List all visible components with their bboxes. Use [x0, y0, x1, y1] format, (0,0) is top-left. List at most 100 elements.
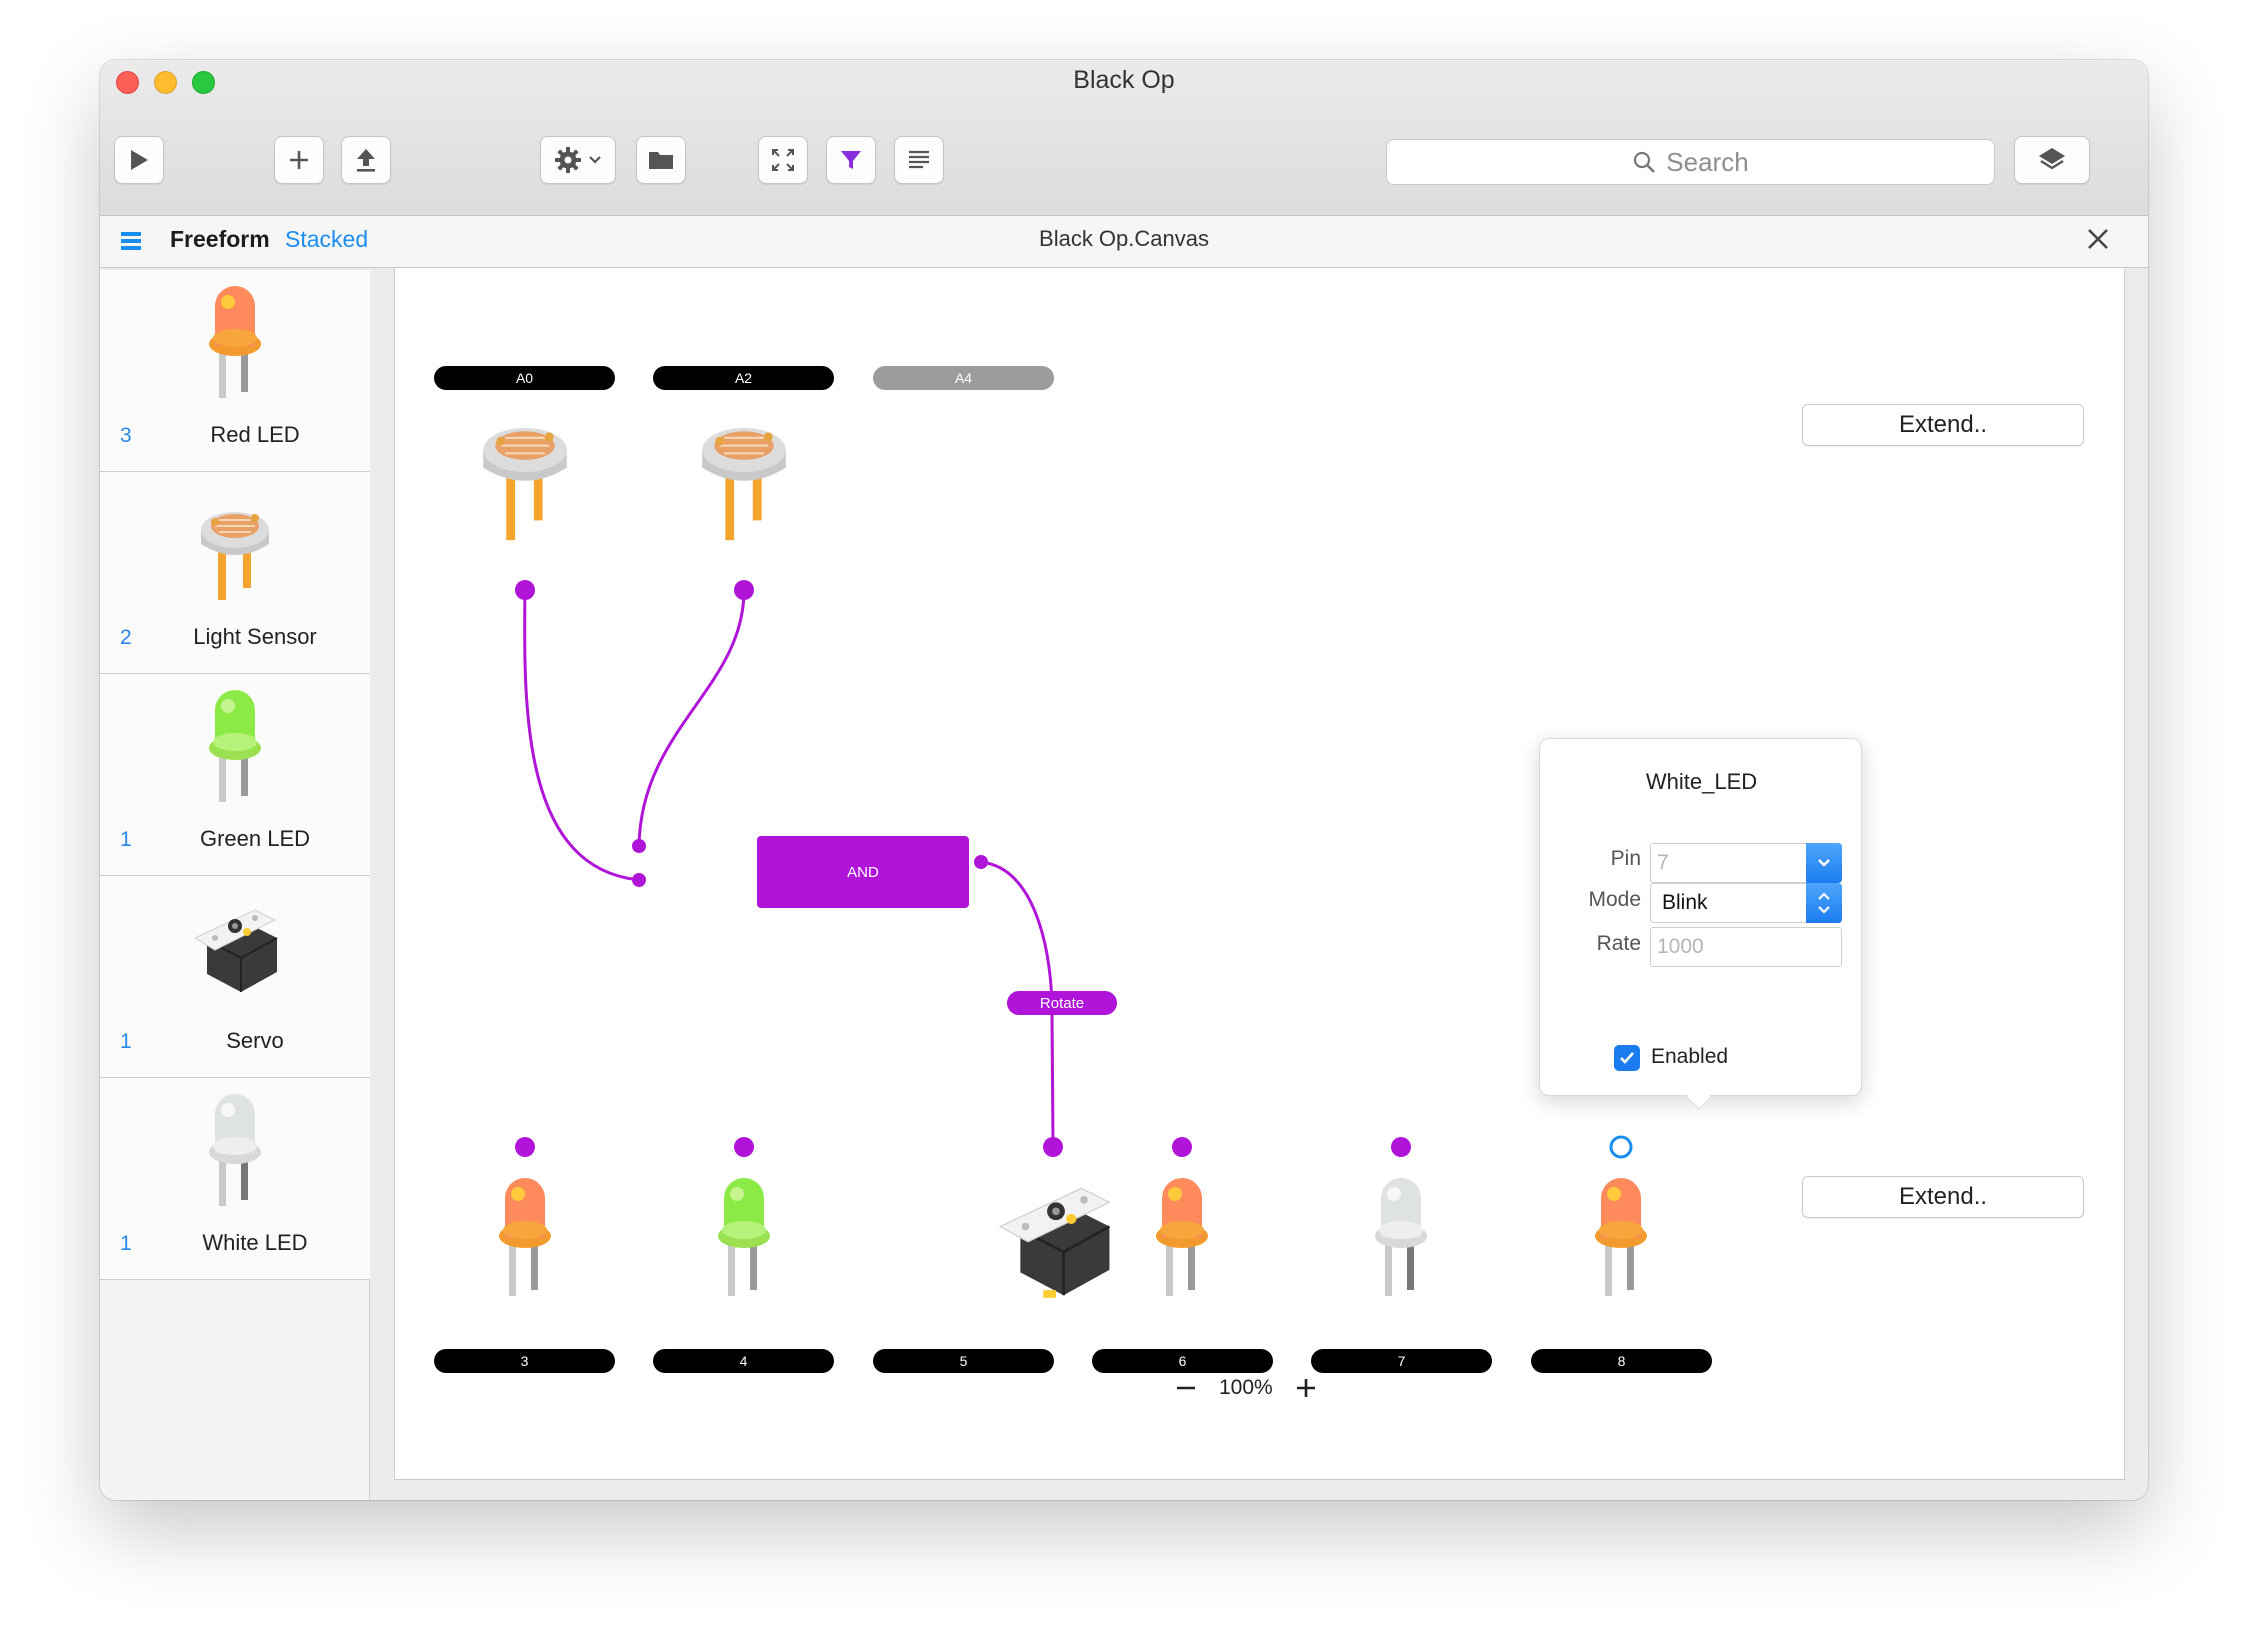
- zoom-level: 100%: [1219, 1376, 1273, 1399]
- zoom-in-icon[interactable]: [1295, 1377, 1317, 1399]
- sidebar-item-servo[interactable]: 1 Servo: [100, 876, 370, 1078]
- sidebar-item-label: Light Sensor: [193, 624, 317, 649]
- output-pin-8[interactable]: 8: [1531, 1349, 1712, 1373]
- zoom-out-icon[interactable]: [1175, 1377, 1197, 1399]
- circuit-canvas[interactable]: A0 A2 A4 AND Rotate Extend.. Extend.. 3 …: [394, 268, 2125, 1480]
- layers-button[interactable]: [2014, 136, 2090, 184]
- input-pin-a0[interactable]: A0: [434, 366, 615, 390]
- green-led-icon: [209, 690, 261, 802]
- filter-icon: [841, 151, 861, 169]
- red-led-pin-6[interactable]: [1132, 1168, 1232, 1308]
- mode-value: Blink: [1662, 891, 1708, 914]
- chevron-down-icon: [589, 156, 601, 164]
- sidebar-item-white-led[interactable]: 1 White LED: [100, 1078, 370, 1280]
- extend-inputs-button[interactable]: Extend..: [1802, 404, 2084, 446]
- light-sensor-icon: [201, 512, 269, 600]
- upload-button[interactable]: [341, 136, 391, 184]
- app-window: Black Op Search Freeform Stacked Black O…: [100, 60, 2148, 1500]
- output-pin-3[interactable]: 3: [434, 1349, 615, 1373]
- port-and-in-2: [632, 873, 646, 887]
- view-tabbar: Freeform Stacked Black Op.Canvas: [100, 216, 2148, 268]
- up-down-chevron-icon: [1818, 892, 1830, 914]
- output-pin-6[interactable]: 6: [1092, 1349, 1273, 1373]
- add-button[interactable]: [274, 136, 324, 184]
- port-and-in-1: [632, 839, 646, 853]
- gear-icon: [555, 147, 581, 173]
- upload-icon: [357, 149, 375, 172]
- enabled-checkbox[interactable]: [1614, 1045, 1640, 1071]
- servo-icon: [193, 909, 278, 992]
- white-led-icon: [209, 1094, 261, 1206]
- canvas-title: Black Op.Canvas: [1039, 226, 1209, 251]
- port-5-in: [1043, 1137, 1063, 1157]
- output-pin-7[interactable]: 7: [1311, 1349, 1492, 1373]
- settings-menu-button[interactable]: [540, 136, 616, 184]
- run-button[interactable]: [114, 136, 164, 184]
- sidebar-item-count: 1: [120, 1030, 132, 1053]
- expand-icon: [772, 149, 794, 171]
- checkmark-icon: [1620, 1052, 1634, 1064]
- port-and-out: [974, 855, 988, 869]
- sidebar-item-count: 1: [120, 1232, 132, 1255]
- port-7-in: [1391, 1137, 1411, 1157]
- rate-input[interactable]: 1000: [1650, 927, 1842, 967]
- port-a2-out: [734, 580, 754, 600]
- search-field[interactable]: Search: [1386, 139, 1995, 185]
- sidebar-item-label: Red LED: [210, 422, 300, 447]
- window-title: Black Op: [1073, 66, 1175, 94]
- rate-label: Rate: [1596, 932, 1641, 955]
- sidebar-item-count: 2: [120, 626, 132, 649]
- input-pin-a4[interactable]: A4: [873, 366, 1054, 390]
- sidebar-item-red-led[interactable]: 3 Red LED: [100, 270, 370, 472]
- sidebar-item-green-led[interactable]: 1 Green LED: [100, 674, 370, 876]
- chevron-down-icon: [1818, 859, 1830, 867]
- red-led-pin-3[interactable]: [475, 1168, 575, 1308]
- white-led-pin-7[interactable]: [1351, 1168, 1451, 1308]
- zoom-control: 100%: [1175, 1376, 1317, 1400]
- red-led-pin-8[interactable]: [1571, 1168, 1671, 1308]
- wire-a2-to-and: [637, 589, 746, 847]
- port-8-in: [1609, 1135, 1633, 1159]
- popover-title: White_LED: [1645, 769, 1758, 794]
- wire-label-rotate[interactable]: Rotate: [1007, 991, 1117, 1015]
- extend-outputs-button[interactable]: Extend..: [1802, 1176, 2084, 1218]
- wire-and-to-servo: [980, 860, 1054, 1004]
- mode-label: Mode: [1588, 888, 1641, 911]
- port-6-in: [1172, 1137, 1192, 1157]
- output-pin-4[interactable]: 4: [653, 1349, 834, 1373]
- input-pin-a2[interactable]: A2: [653, 366, 834, 390]
- wire-a0-to-and: [523, 589, 640, 882]
- play-icon: [131, 150, 148, 170]
- and-logic-block[interactable]: AND: [757, 836, 969, 908]
- sidebar-item-light-sensor[interactable]: 2 Light Sensor: [100, 472, 370, 674]
- fit-to-screen-button[interactable]: [758, 136, 808, 184]
- light-sensor-a0[interactable]: [470, 392, 580, 552]
- close-icon[interactable]: [2085, 226, 2111, 252]
- plus-icon: [290, 151, 308, 169]
- open-folder-button[interactable]: [636, 136, 686, 184]
- red-led-icon: [209, 286, 261, 398]
- pin-select[interactable]: 7: [1650, 843, 1842, 883]
- list-icon: [909, 150, 929, 169]
- green-led-pin-4[interactable]: [694, 1168, 794, 1308]
- enabled-label: Enabled: [1651, 1045, 1729, 1068]
- titlebar: Black Op Search: [100, 60, 2148, 216]
- wires-layer: [515, 580, 1633, 1159]
- pin-dropdown-button[interactable]: [1806, 843, 1842, 883]
- port-3-in: [515, 1137, 535, 1157]
- search-icon: [1634, 151, 1656, 173]
- sidebar-item-label: Green LED: [199, 826, 311, 851]
- mode-stepper-button[interactable]: [1806, 883, 1842, 923]
- pin-value: 7: [1657, 851, 1669, 874]
- mode-select[interactable]: Blink: [1650, 883, 1842, 923]
- list-view-button[interactable]: [894, 136, 944, 184]
- filter-button[interactable]: [826, 136, 876, 184]
- output-pin-5[interactable]: 5: [873, 1349, 1054, 1373]
- layers-icon: [2039, 148, 2065, 170]
- port-a0-out: [515, 580, 535, 600]
- servo-pin-5[interactable]: [991, 1168, 1121, 1308]
- light-sensor-a2[interactable]: [689, 392, 799, 552]
- wire-servo-segment: [1050, 1014, 1055, 1143]
- sidebar-item-label: Servo: [226, 1028, 284, 1053]
- sidebar-item-label: White LED: [202, 1230, 308, 1255]
